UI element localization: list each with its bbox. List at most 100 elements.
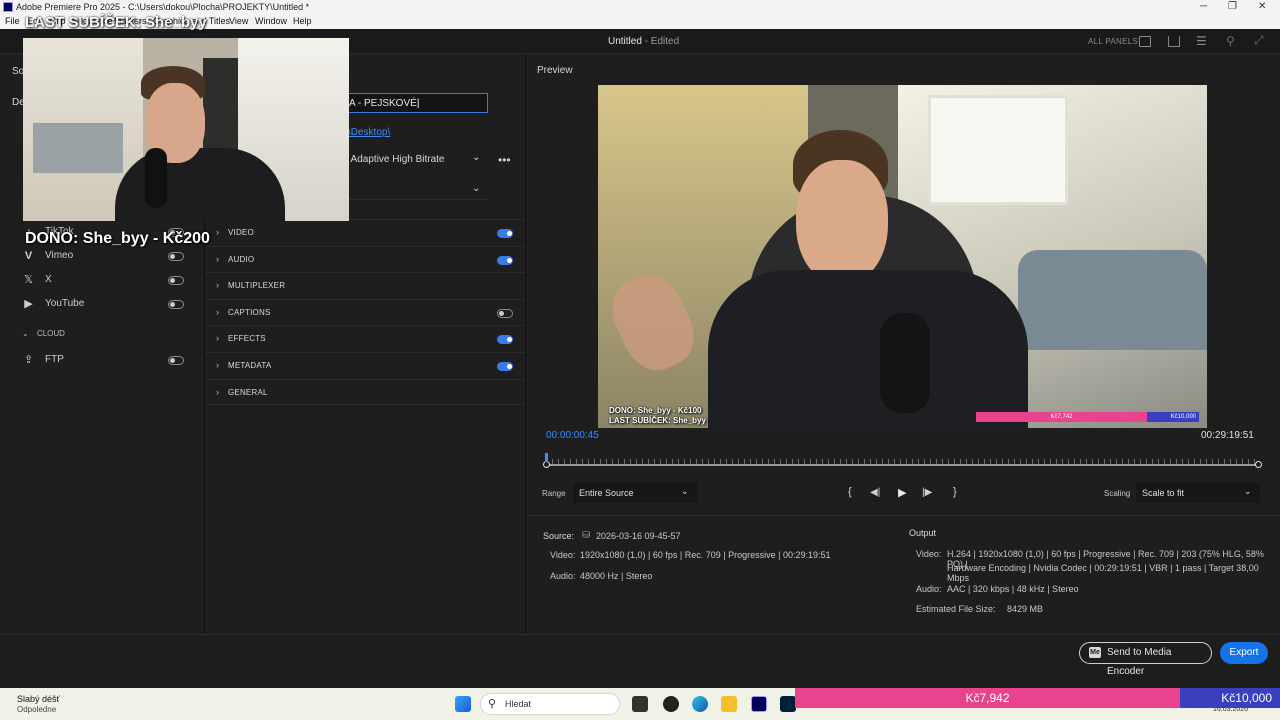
taskbar-search[interactable]: ⚲ Hledat — [480, 693, 620, 715]
donation-goal-bar: Kč7,942 Kč10,000 — [795, 688, 1280, 708]
output-video-line2: Hardware Encoding | Nvidia Codec | 00:29… — [947, 563, 1259, 583]
shirt-shape — [708, 270, 1028, 428]
timeline-ruler[interactable] — [543, 453, 1262, 468]
play-icon[interactable]: ▶ — [898, 486, 906, 499]
weather-subtitle: Odpoledne — [17, 705, 57, 714]
location-link[interactable]: \Desktop\ — [348, 127, 390, 138]
section-video[interactable]: › VIDEO — [205, 219, 525, 245]
fullscreen-icon[interactable]: ⤢ — [1254, 33, 1264, 48]
toggle-effects[interactable] — [497, 335, 513, 344]
chevron-right-icon: › — [216, 227, 219, 237]
x-icon: 𝕏 — [24, 274, 33, 286]
weather-title[interactable]: Slabý déšť — [17, 694, 60, 704]
source-audio-info: 48000 Hz | Stereo — [580, 571, 653, 581]
all-panels-button[interactable]: ALL PANELS — [1088, 37, 1138, 46]
webcam-mic-shape — [145, 148, 167, 208]
source-label: Source: — [543, 531, 575, 541]
step-forward-icon[interactable]: |▶ — [922, 487, 932, 498]
scaling-dropdown[interactable]: Scale to fit ⌄ — [1136, 483, 1260, 503]
toggle-captions[interactable] — [497, 309, 513, 318]
task-view-icon[interactable] — [632, 696, 648, 712]
output-audio-info: AAC | 320 kbps | 48 kHz | Stereo — [947, 584, 1079, 594]
photoshop-taskbar-icon[interactable] — [780, 696, 796, 712]
preview-goal-fill: Kč7,742 — [976, 412, 1147, 422]
toggle-x[interactable] — [168, 276, 184, 285]
file-explorer-icon[interactable] — [721, 696, 737, 712]
range-dropdown[interactable]: Entire Source ⌄ — [573, 483, 697, 503]
microphone-shape — [880, 313, 930, 413]
webcam-shirt-shape — [115, 148, 285, 221]
in-point-handle[interactable] — [543, 461, 550, 468]
youtube-icon: ▶ — [24, 298, 33, 310]
source-video-info: 1920x1080 (1,0) | 60 fps | Rec. 709 | Pr… — [580, 550, 831, 560]
upload-icon: ⇪ — [23, 354, 34, 366]
section-multiplexer[interactable]: › MULTIPLEXER — [205, 272, 525, 298]
premiere-taskbar-icon[interactable] — [751, 696, 767, 712]
source-audio-key: Audio: — [550, 571, 576, 581]
mark-in-icon[interactable]: { — [848, 486, 852, 498]
section-audio[interactable]: › AUDIO — [205, 246, 525, 272]
send-to-media-encoder-button[interactable]: Me Send to Media Encoder — [1079, 642, 1212, 677]
section-captions[interactable]: › CAPTIONS — [205, 299, 525, 325]
panel-icon[interactable] — [1139, 36, 1151, 47]
mark-out-icon[interactable]: } — [953, 486, 957, 498]
preset-dropdown[interactable]: - Adaptive High Bitrate ⌄ — [345, 151, 488, 169]
section-effects[interactable]: › EFFECTS — [205, 325, 525, 351]
chevron-down-icon: ⌄ — [22, 329, 29, 338]
windows-start-icon[interactable] — [455, 696, 471, 712]
source-clip-icon: ⛁ — [582, 530, 591, 541]
destination-ftp[interactable]: ⇪ FTP — [0, 350, 205, 372]
toggle-vimeo[interactable] — [168, 252, 184, 261]
toggle-ftp[interactable] — [168, 356, 184, 365]
preview-dono-text: DONO: She_byy - Kč100 — [609, 406, 702, 415]
chevron-down-icon: ⌄ — [681, 486, 689, 496]
source-video-key: Video: — [550, 550, 576, 560]
vimeo-icon: V — [24, 250, 33, 262]
step-back-icon[interactable]: ◀| — [870, 487, 880, 498]
toggle-video[interactable] — [497, 229, 513, 238]
more-options-icon[interactable]: ••• — [498, 153, 511, 167]
close-icon[interactable]: ✕ — [1258, 0, 1266, 14]
out-point-handle[interactable] — [1255, 461, 1262, 468]
menu-file[interactable]: File — [5, 14, 20, 29]
menu-help[interactable]: Help — [293, 14, 312, 29]
webcam-bed-shape — [33, 123, 123, 173]
toggle-audio[interactable] — [497, 256, 513, 265]
cloud-section[interactable]: ⌄ CLOUD — [22, 329, 65, 338]
menu-lines-icon[interactable]: ☰ — [1196, 34, 1207, 48]
range-bar — [546, 464, 1259, 466]
destination-youtube[interactable]: ▶ YouTube — [0, 294, 205, 316]
scaling-label: Scaling — [1104, 489, 1131, 498]
chevron-down-icon: ⌄ — [472, 152, 481, 163]
restore-icon[interactable]: ❐ — [1228, 0, 1237, 14]
share-icon[interactable] — [1168, 36, 1180, 47]
preview-label: Preview — [537, 65, 573, 76]
goal-rest: Kč10,000 — [1180, 688, 1280, 708]
file-size-value: 8429 MB — [1007, 604, 1044, 614]
toggle-youtube[interactable] — [168, 300, 184, 309]
format-dropdown[interactable]: ⌄ — [345, 182, 488, 200]
menu-view[interactable]: View — [229, 14, 248, 29]
menu-window[interactable]: Window — [255, 14, 287, 29]
section-metadata[interactable]: › METADATA — [205, 352, 525, 378]
edge-icon[interactable] — [692, 696, 708, 712]
destination-x[interactable]: 𝕏 X — [0, 270, 205, 292]
filename-input[interactable]: A - PEJSKOVÉ| — [345, 93, 488, 113]
export-button[interactable]: Export — [1220, 642, 1268, 664]
playhead[interactable] — [545, 453, 548, 462]
destination-vimeo[interactable]: V Vimeo — [0, 246, 205, 268]
search-icon[interactable]: ⚲ — [1226, 34, 1235, 48]
bed-shape — [1018, 250, 1207, 350]
chevron-right-icon: › — [216, 307, 219, 317]
current-timecode[interactable]: 00:00:00:45 — [546, 430, 599, 441]
toggle-metadata[interactable] — [497, 362, 513, 371]
section-general[interactable]: › GENERAL — [205, 379, 525, 405]
duration-timecode: 00:29:19:51 — [1201, 430, 1254, 441]
chevron-right-icon: › — [216, 280, 219, 290]
output-audio-key: Audio: — [916, 584, 942, 594]
search-icon: ⚲ — [488, 698, 497, 710]
minimize-icon[interactable]: ─ — [1200, 0, 1207, 14]
document-title: Untitled - Edited — [608, 36, 680, 47]
obs-icon[interactable] — [663, 696, 679, 712]
output-video-key: Video: — [916, 549, 942, 559]
